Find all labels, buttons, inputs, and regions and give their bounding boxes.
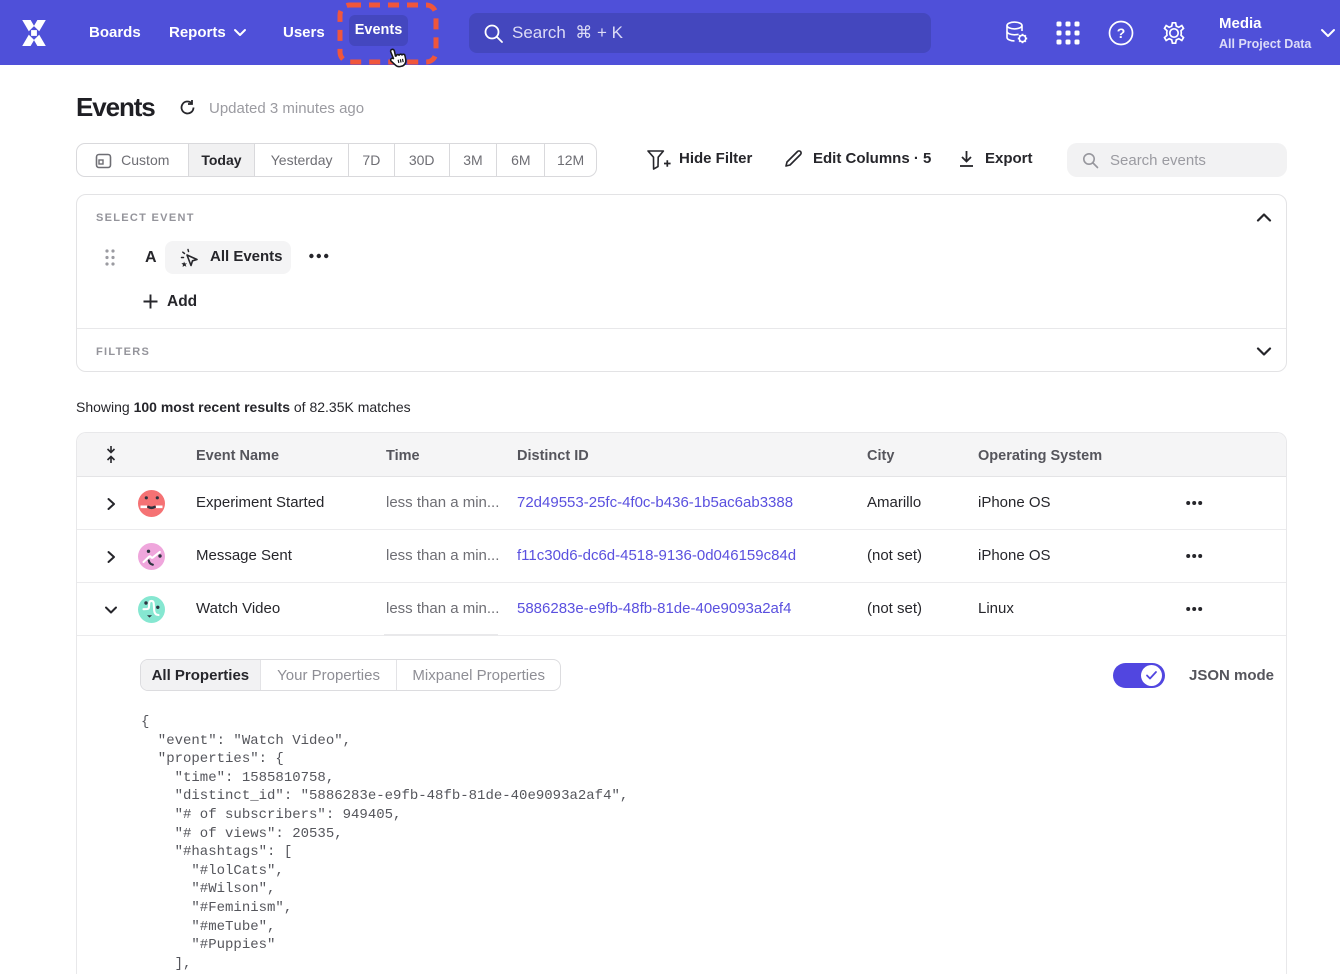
svg-text:?: ?	[1117, 25, 1126, 41]
